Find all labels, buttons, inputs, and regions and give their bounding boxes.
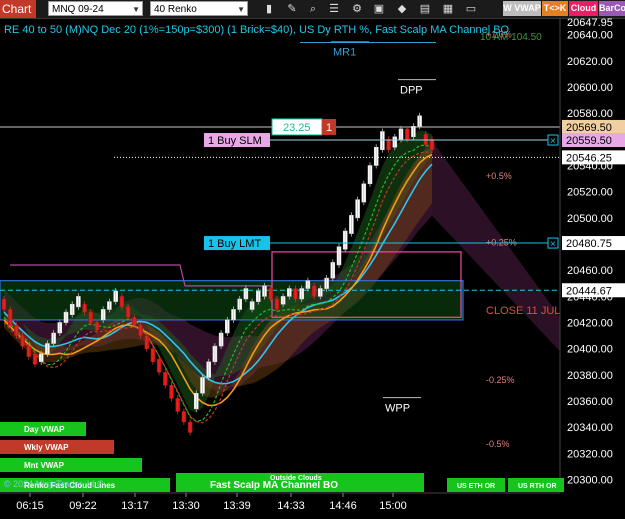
chart-title: RE 40 to 50 (M)NQ Dec 20 (1%=150p=$300) … <box>4 24 510 36</box>
close-icon[interactable]: × <box>550 239 556 250</box>
price-marker-text-0: 20569.50 <box>566 122 612 134</box>
bar-type-value: 40 Renko <box>154 4 197 15</box>
y-tick-label: 20300.00 <box>567 475 613 487</box>
badge-text-us-rth-or: US RTH OR <box>518 483 557 490</box>
price-marker-text-4: 20444.67 <box>566 285 612 297</box>
atm-icon[interactable]: ◆ <box>395 2 409 16</box>
bar-type-selector[interactable]: 40 Renko ▼ <box>150 1 248 16</box>
x-tick-label: 14:33 <box>277 500 305 512</box>
level-label-dpp: DPP <box>400 85 423 97</box>
badge-text-mnt-vwap: Mnt VWAP <box>24 461 65 470</box>
y-tick-label: 20400.00 <box>567 344 613 356</box>
y-tick-label: 20380.00 <box>567 370 613 382</box>
price-marker-text-2: 20546.25 <box>566 152 612 164</box>
badge-mnt-vwap[interactable] <box>0 458 142 472</box>
y-tick-label: 20340.00 <box>567 422 613 434</box>
y-tick-label: 20640.00 <box>567 30 613 42</box>
price-marker-text-3: 20480.75 <box>566 238 612 250</box>
y-top-price-label: 20647.95 <box>567 18 613 29</box>
toolbar-button-t-k[interactable]: T<>K <box>542 1 568 16</box>
badge-text-us-eth-or: US ETH OR <box>457 483 495 490</box>
lock-icon[interactable]: ▣ <box>372 2 386 16</box>
level-label-wpp: WPP <box>385 403 410 415</box>
badge-text-wkly-vwap: Wkly VWAP <box>24 443 69 452</box>
workspace-icon[interactable]: ▭ <box>464 2 478 16</box>
x-tick-label: 09:22 <box>69 500 97 512</box>
order-label-text-0[interactable]: 1 Buy SLM <box>208 135 262 147</box>
chevron-down-icon: ▼ <box>132 5 140 14</box>
y-tick-label: 20460.00 <box>567 265 613 277</box>
chevron-down-icon: ▼ <box>237 5 245 14</box>
y-tick-label: 20420.00 <box>567 318 613 330</box>
badge-text-outside-clouds: Outside Clouds <box>270 475 322 482</box>
y-tick-label: 20520.00 <box>567 187 613 199</box>
x-tick-label: 13:39 <box>223 500 251 512</box>
close-icon[interactable]: × <box>550 136 556 147</box>
y-tick-label: 20620.00 <box>567 56 613 68</box>
instrument-value: MNQ 09-24 <box>52 4 104 15</box>
y-tick-label: 20320.00 <box>567 448 613 460</box>
y-tick-label: 20600.00 <box>567 82 613 94</box>
toolbar-button-cloud[interactable]: Cloud <box>569 1 598 16</box>
position-pnl-text: 23.25 <box>283 122 311 134</box>
toolbar-button-barco[interactable]: BarCo <box>599 1 625 16</box>
copyright-text: © 2024 NinjaTrader, LLC <box>4 479 104 489</box>
strategy-icon[interactable]: ⚙ <box>350 2 364 16</box>
level-label--0-5-: -0.5% <box>486 439 510 449</box>
renko-chart[interactable]: MR1DPPWPP+1.0%+0.5%+0.25%-0.25%-0.5%CLOS… <box>0 18 625 519</box>
y-tick-label: 20360.00 <box>567 396 613 408</box>
x-tick-label: 13:17 <box>121 500 149 512</box>
magnifier-icon[interactable]: ⌕ <box>306 2 320 16</box>
toolbar-button-w-vwap[interactable]: W VWAP <box>503 1 541 16</box>
templates-icon[interactable]: ▤ <box>418 2 432 16</box>
level-label-mr1: MR1 <box>333 47 356 59</box>
x-tick-label: 15:00 <box>379 500 407 512</box>
x-tick-label: 14:46 <box>329 500 357 512</box>
price-marker-text-1: 20559.50 <box>566 135 612 147</box>
bar-chart-icon[interactable]: ▮ <box>262 2 276 16</box>
properties-icon[interactable]: ☰ <box>327 2 341 16</box>
level-label--0-5-: +0.5% <box>486 171 512 181</box>
x-tick-label: 06:15 <box>16 500 44 512</box>
level-label-close-11-jul: CLOSE 11 JUL <box>486 305 560 317</box>
chart-toolbar: Chart MNQ 09-24 ▼ 40 Renko ▼ ▮ ✎ ⌕ ☰ ⚙ ▣… <box>0 0 625 19</box>
order-label-text-1[interactable]: 1 Buy LMT <box>208 238 261 250</box>
level-label--0-25-: -0.25% <box>486 375 515 385</box>
faded-label-10am: 10 AM 104.50 <box>480 32 542 43</box>
chart-menu-label[interactable]: Chart <box>0 0 36 18</box>
y-tick-label: 20500.00 <box>567 213 613 225</box>
data-box-icon[interactable]: ▦ <box>441 2 455 16</box>
position-qty-text: 1 <box>326 122 332 134</box>
pencil-icon[interactable]: ✎ <box>285 2 299 16</box>
instrument-selector[interactable]: MNQ 09-24 ▼ <box>48 1 143 16</box>
badge-text-day-vwap: Day VWAP <box>24 425 65 434</box>
x-tick-label: 13:30 <box>172 500 200 512</box>
y-tick-label: 20580.00 <box>567 108 613 120</box>
